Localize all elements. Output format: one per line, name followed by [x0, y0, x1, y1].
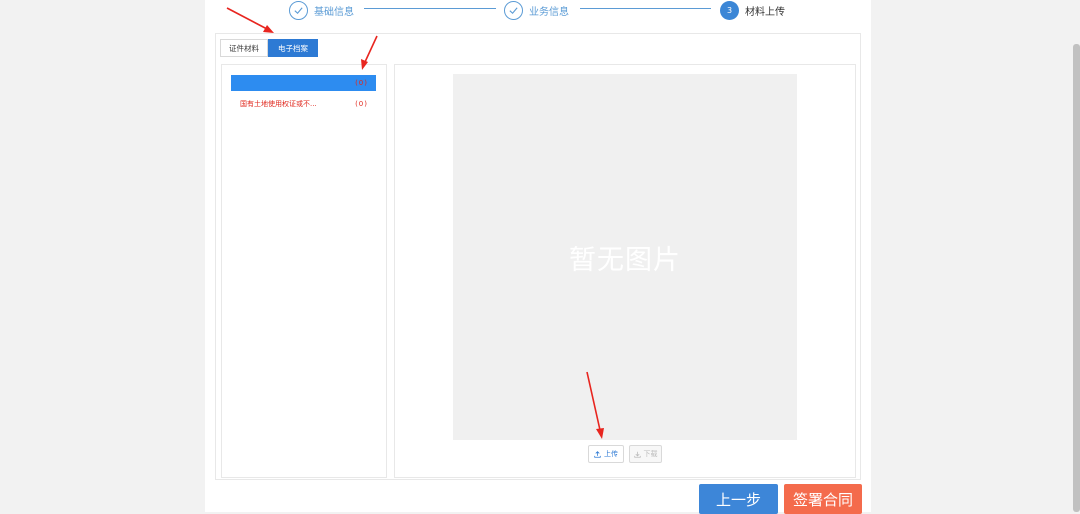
step-number: 3: [720, 0, 739, 20]
step-label: 业务信息: [529, 6, 569, 18]
prev-step-button[interactable]: 上一步: [699, 484, 778, 514]
step-business-info: 业务信息: [504, 0, 569, 20]
step-connector: [580, 8, 711, 9]
step-material-upload: 3 材料上传: [720, 0, 785, 20]
list-item[interactable]: (0): [231, 75, 376, 91]
step-label: 基础信息: [314, 6, 354, 18]
empty-preview-text: 暂无图片: [569, 244, 681, 276]
list-item-label: 国有土地使用权证或不...: [240, 100, 317, 108]
tab-certificate-materials[interactable]: 证件材料: [220, 39, 268, 57]
tab-electronic-archive[interactable]: 电子档案: [268, 39, 318, 57]
check-icon: [289, 0, 308, 20]
scrollbar-thumb[interactable]: [1073, 44, 1080, 512]
step-basic-info: 基础信息: [289, 0, 354, 20]
download-icon: [633, 451, 641, 458]
material-list-box: [221, 64, 387, 478]
list-item-count: (0): [355, 100, 368, 108]
sign-contract-button[interactable]: 签署合同: [784, 484, 862, 514]
upload-button[interactable]: 上传: [588, 445, 624, 463]
list-item[interactable]: 国有土地使用权证或不... (0): [231, 96, 376, 112]
list-item-count: (0): [355, 79, 368, 87]
download-button[interactable]: 下载: [629, 445, 662, 463]
check-icon: [504, 0, 523, 20]
download-label: 下载: [643, 450, 658, 458]
upload-label: 上传: [604, 450, 618, 458]
step-connector: [364, 8, 496, 9]
upload-icon: [594, 450, 601, 458]
image-preview: 暂无图片: [453, 74, 797, 440]
step-label: 材料上传: [745, 6, 785, 18]
